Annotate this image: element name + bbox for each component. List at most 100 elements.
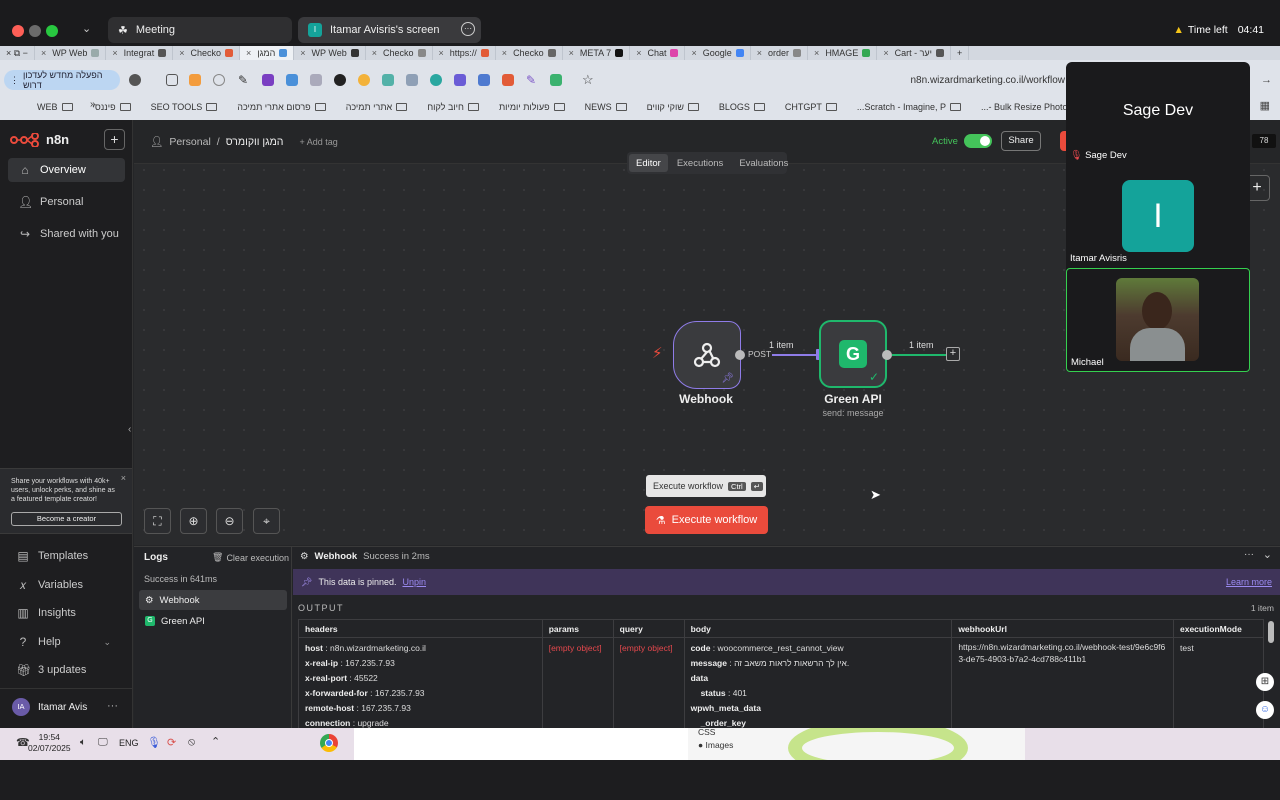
zoom-in-button[interactable]: ⊕ [180, 508, 207, 534]
browser-tab[interactable]: × https:// [433, 46, 496, 60]
apps-icon[interactable]: ▦ [1260, 99, 1270, 112]
mic-icon[interactable]: 🎙︎ [147, 736, 161, 749]
browser-tab[interactable]: × Checko [173, 46, 240, 60]
sidebar-item-personal[interactable]: 👤︎ Personal [8, 190, 125, 214]
more-icon[interactable]: ··· [107, 700, 118, 712]
browser-tab[interactable]: × Chat [630, 46, 686, 60]
extension-icon[interactable] [213, 74, 225, 86]
zoom-window-icon[interactable] [46, 25, 58, 37]
extension-icon[interactable] [358, 74, 370, 86]
grid-icon[interactable]: ⊞ [1256, 673, 1274, 691]
sidebar-item-templates[interactable]: ▤ Templates [6, 544, 123, 568]
bookmark-item[interactable]: SEO TOOLS [141, 102, 228, 112]
close-window-icon[interactable] [12, 25, 24, 37]
become-creator-button[interactable]: Become a creator [11, 512, 122, 526]
close-icon[interactable]: × [372, 48, 377, 58]
close-icon[interactable]: × [757, 48, 762, 58]
breadcrumb-project[interactable]: Personal [169, 136, 210, 148]
browser-tab[interactable]: × WP Web [35, 46, 107, 60]
extension-icon[interactable] [406, 74, 418, 86]
sidebar-item-insights[interactable]: ▥ Insights [6, 601, 123, 625]
extension-icon[interactable] [430, 74, 442, 86]
tab-meeting[interactable]: ☘ Meeting [108, 17, 292, 43]
close-icon[interactable]: × [814, 48, 819, 58]
chevron-up-icon[interactable]: ⌃ [211, 735, 220, 748]
log-entry-green-api[interactable]: G Green API [139, 611, 287, 631]
close-icon[interactable]: × [300, 48, 305, 58]
extension-icon[interactable] [310, 74, 322, 86]
browser-tab[interactable]: × המגן [239, 46, 295, 60]
output-table-wrap[interactable]: headers params query body webhookUrl exe… [298, 619, 1264, 729]
minimize-window-icon[interactable] [29, 25, 41, 37]
add-button[interactable]: + [104, 129, 125, 150]
extension-icon[interactable] [166, 74, 178, 86]
add-tag-link[interactable]: + Add tag [299, 137, 337, 147]
chevron-down-icon[interactable]: ⌄ [1263, 548, 1272, 561]
zoom-out-button[interactable]: ⊖ [216, 508, 243, 534]
tab-executions[interactable]: Executions [670, 154, 730, 172]
chevron-down-icon[interactable]: ⌄ [82, 22, 91, 35]
browser-tab[interactable]: × META 7 [563, 46, 631, 60]
extension-icon[interactable] [502, 74, 514, 86]
chevron-double-icon[interactable]: » [90, 99, 96, 110]
bookmark-item[interactable]: שוקי קווים [637, 102, 709, 112]
workflow-name[interactable]: המגן ווקומרס [226, 136, 284, 148]
close-icon[interactable]: × [121, 473, 126, 483]
restart-update-button[interactable]: ⋮ הפעלה מחדש לעדכון דרוש [4, 70, 120, 90]
bookmark-item[interactable]: WEB [27, 102, 83, 112]
more-icon[interactable]: ··· [1244, 549, 1254, 560]
tab-shared-screen[interactable]: I Itamar Avisris's screen ··· [298, 17, 481, 43]
close-icon[interactable]: × [179, 48, 184, 58]
close-icon[interactable]: × [883, 48, 888, 58]
extension-icon[interactable] [478, 74, 490, 86]
extension-icon[interactable] [189, 74, 201, 86]
browser-tab[interactable]: × HMAGE [808, 46, 878, 60]
bookmark-item[interactable]: חיוב לקוח [417, 102, 489, 112]
bookmark-item[interactable]: פעולות יומיות [489, 102, 575, 112]
learn-more-link[interactable]: Learn more [1226, 577, 1272, 587]
log-entry-webhook[interactable]: ⚙︎ Webhook [139, 590, 287, 610]
fit-view-button[interactable]: ⛶ [144, 508, 171, 534]
bookmark-item[interactable]: CHTGPT [775, 102, 847, 112]
language-indicator[interactable]: ENG [119, 738, 139, 748]
bookmark-item[interactable]: NEWS [575, 102, 637, 112]
tab-editor[interactable]: Editor [629, 154, 668, 172]
arrow-icon[interactable]: → [1261, 74, 1272, 86]
profile-avatar[interactable] [129, 74, 141, 86]
close-icon[interactable]: × [691, 48, 696, 58]
browser-tab[interactable]: × Checko [496, 46, 563, 60]
share-button[interactable]: Share [1001, 131, 1041, 151]
bookmark-item[interactable]: BLOGS [709, 102, 775, 112]
bookmark-item[interactable]: פרסום אתרי תמיכה [227, 102, 335, 112]
speaker-icon[interactable]: 🔈︎ [80, 737, 86, 748]
close-icon[interactable]: × [41, 48, 46, 58]
browser-tab[interactable]: × order [751, 46, 809, 60]
unpin-link[interactable]: Unpin [402, 577, 426, 587]
collapse-sidebar-icon[interactable]: ‹ [128, 424, 131, 435]
star-icon[interactable]: ☆ [582, 73, 594, 86]
browser-tab[interactable]: × Google [685, 46, 751, 60]
participant-michael[interactable]: Michael [1066, 268, 1250, 372]
extension-icon[interactable] [262, 74, 274, 86]
close-icon[interactable]: × [112, 48, 117, 58]
bookmark-item[interactable]: אתרי תמיכה [336, 102, 418, 112]
extension-icon[interactable] [454, 74, 466, 86]
close-icon[interactable]: × [439, 48, 444, 58]
extension-icon[interactable] [550, 74, 562, 86]
close-icon[interactable]: × [636, 48, 641, 58]
sidebar-item-updates[interactable]: 🎁︎ 3 updates [6, 658, 123, 682]
pen-icon[interactable]: ✎ [238, 74, 250, 86]
webhook-node[interactable]: 📌︎ [673, 321, 741, 389]
scrollbar-thumb[interactable] [1268, 621, 1274, 643]
user-menu[interactable]: IA Itamar Avis [12, 698, 87, 716]
clock[interactable]: 19:54 02/07/2025 [28, 732, 71, 754]
extension-icon[interactable] [286, 74, 298, 86]
output-port[interactable] [735, 350, 745, 360]
address-bar[interactable]: n8n.wizardmarketing.co.il/workflow [860, 75, 1065, 86]
more-icon[interactable]: ··· [461, 22, 475, 36]
sidebar-item-overview[interactable]: ⌂ Overview [8, 158, 125, 182]
green-api-node[interactable]: G ✓ [819, 320, 887, 388]
browser-tab[interactable]: × Checko [366, 46, 433, 60]
app-tray-icon[interactable]: ⟳ [167, 736, 176, 749]
tab-controls[interactable]: × ⧉ − [0, 46, 35, 60]
